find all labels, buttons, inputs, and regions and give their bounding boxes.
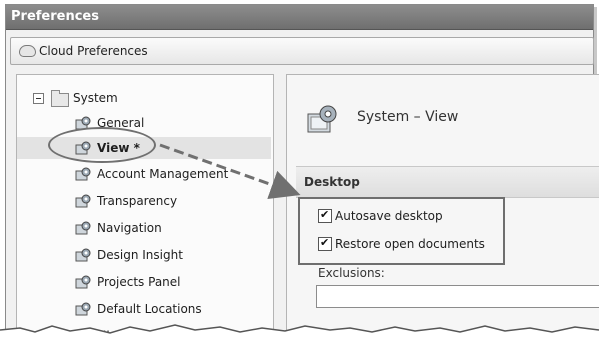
torn-edge bbox=[0, 324, 599, 347]
annotation-arrow bbox=[159, 143, 301, 200]
